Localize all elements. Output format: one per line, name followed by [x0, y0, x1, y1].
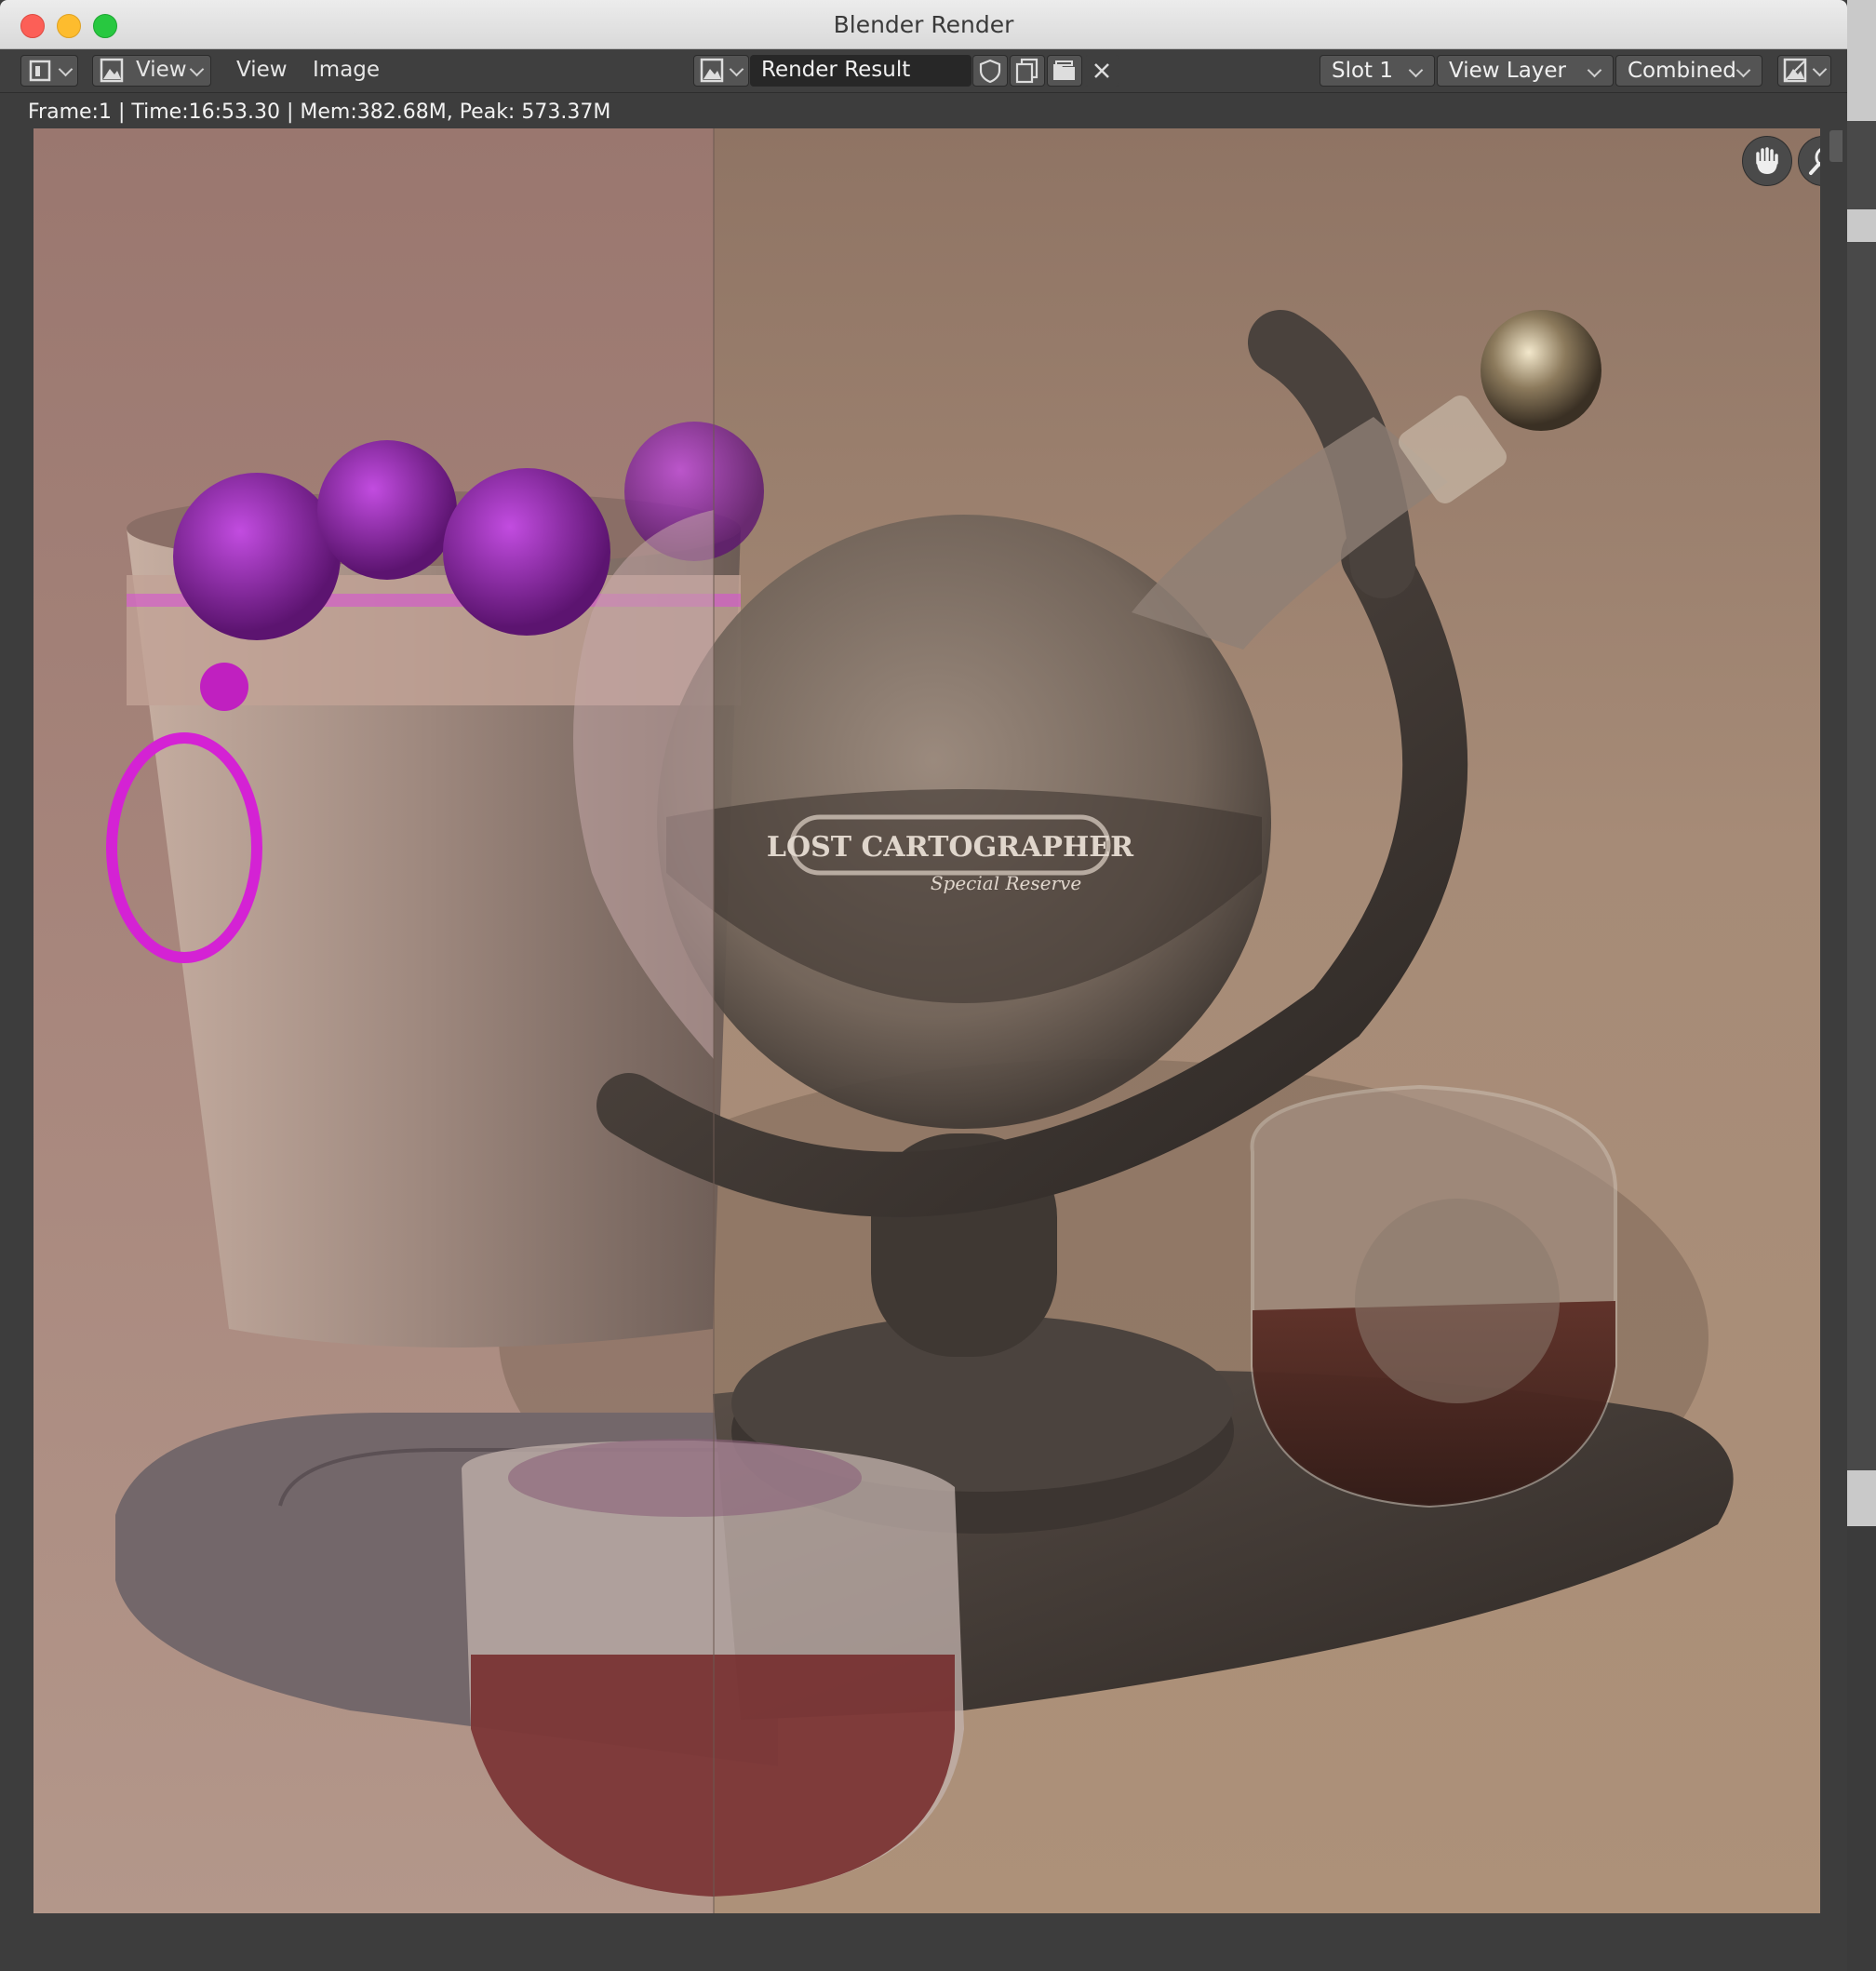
- chevron-down-icon: [189, 61, 205, 77]
- editor-type-selector[interactable]: [20, 55, 78, 87]
- slot-selector[interactable]: Slot 1: [1320, 55, 1435, 87]
- chevron-down-icon: [1408, 62, 1424, 78]
- render-stats: Frame:1 | Time:16:53.30 | Mem:382.68M, P…: [28, 101, 611, 124]
- chevron-down-icon: [1587, 62, 1602, 78]
- menu-image[interactable]: Image: [313, 58, 380, 82]
- render-pass-selector[interactable]: Combined: [1615, 55, 1762, 87]
- image-editor-icon: [29, 60, 51, 82]
- view-mode-selector[interactable]: View: [92, 55, 211, 87]
- chevron-down-icon: [58, 61, 74, 77]
- view-layer-label: View Layer: [1449, 59, 1567, 83]
- display-channels-icon: [1783, 58, 1807, 83]
- image-editor-header: View View Image Render Result Slot 1 Vie…: [0, 49, 1847, 93]
- browse-image-icon: [700, 58, 724, 83]
- image-name-field[interactable]: Render Result: [750, 55, 972, 87]
- render-info-bar: Frame:1 | Time:16:53.30 | Mem:382.68M, P…: [0, 93, 1847, 128]
- view-mode-label: View: [136, 58, 187, 82]
- pan-view-button[interactable]: [1742, 136, 1792, 186]
- hand-icon: [1756, 147, 1778, 174]
- display-channels-selector[interactable]: [1777, 55, 1831, 87]
- open-image-button[interactable]: [1047, 55, 1082, 87]
- render-pass-label: Combined: [1628, 59, 1736, 83]
- title-bar: Blender Render: [0, 0, 1847, 49]
- render-result-image: LOST CARTOGRAPHER Special Reserve: [34, 128, 1820, 1913]
- new-image-button[interactable]: [1010, 55, 1045, 87]
- decanter-sublabel: Special Reserve: [931, 872, 1081, 894]
- fake-user-button[interactable]: [972, 55, 1008, 87]
- new-image-icon: [1015, 58, 1038, 84]
- chevron-down-icon: [1812, 61, 1828, 77]
- view-mode-icon: [100, 58, 124, 83]
- menu-view[interactable]: View: [236, 58, 288, 82]
- folder-icon: [1053, 60, 1075, 80]
- decanter-label: LOST CARTOGRAPHER: [767, 831, 1134, 864]
- chevron-down-icon: [1735, 62, 1751, 78]
- browse-image-button[interactable]: [693, 55, 749, 87]
- close-icon: [1094, 63, 1109, 78]
- image-viewer[interactable]: LOST CARTOGRAPHER Special Reserve: [0, 128, 1847, 1971]
- unlink-image-button[interactable]: [1084, 55, 1119, 87]
- zoom-icon: [1809, 148, 1820, 175]
- render-scene: LOST CARTOGRAPHER Special Reserve: [106, 128, 1734, 1913]
- shield-icon: [979, 59, 1001, 84]
- slot-label: Slot 1: [1332, 59, 1394, 83]
- chevron-down-icon: [729, 61, 744, 77]
- view-layer-selector[interactable]: View Layer: [1437, 55, 1614, 87]
- background-window: [1847, 0, 1876, 1971]
- window-title: Blender Render: [833, 11, 1014, 38]
- sidebar-toggle[interactable]: [1829, 130, 1842, 162]
